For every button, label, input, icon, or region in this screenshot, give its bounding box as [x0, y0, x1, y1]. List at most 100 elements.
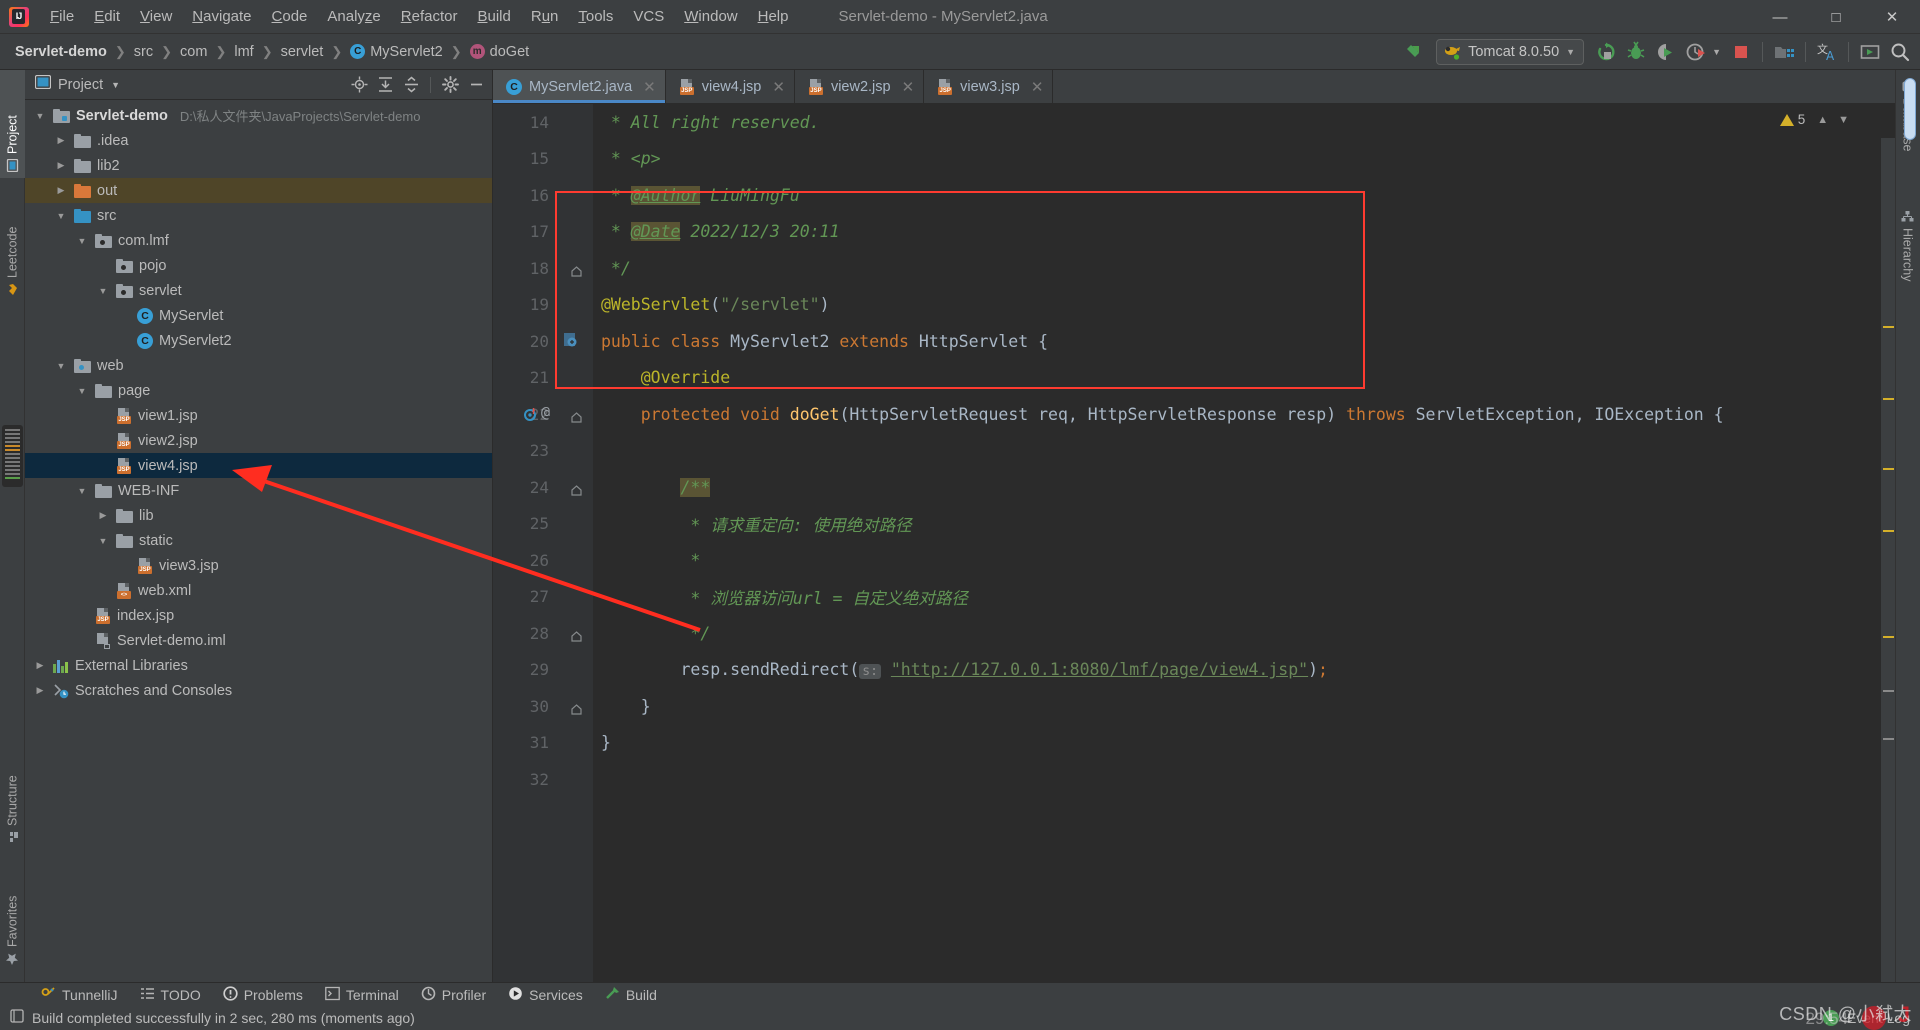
tree-node-com-lmf[interactable]: ▼ com.lmf: [25, 228, 492, 253]
menu-tools[interactable]: Tools: [568, 5, 623, 28]
code-line[interactable]: 24 /**: [493, 469, 1895, 506]
code-line[interactable]: 27 * 浏览器访问url = 自定义绝对路径: [493, 579, 1895, 616]
line-gutter[interactable]: [549, 360, 593, 397]
fold-marker-icon[interactable]: [571, 262, 582, 281]
expand-all-icon[interactable]: [373, 73, 397, 97]
close-icon[interactable]: ✕: [1031, 78, 1044, 96]
line-gutter[interactable]: [549, 615, 593, 652]
line-gutter[interactable]: [549, 287, 593, 324]
maximize-icon[interactable]: □: [1808, 0, 1864, 34]
collapse-all-icon[interactable]: [399, 73, 423, 97]
code-line[interactable]: 26 *: [493, 542, 1895, 579]
code-line[interactable]: 17 * @Date 2022/12/3 20:11: [493, 214, 1895, 251]
tree-node-idea[interactable]: ▶ .idea: [25, 128, 492, 153]
stop-icon[interactable]: [1727, 38, 1755, 66]
code-line[interactable]: 16 * @Author LiuMingFu: [493, 177, 1895, 214]
menu-code[interactable]: Code: [262, 5, 318, 28]
menu-window[interactable]: Window: [674, 5, 747, 28]
chevron-down-icon[interactable]: ▼: [75, 478, 89, 503]
chevron-right-icon[interactable]: ▶: [54, 128, 68, 153]
chevron-right-icon[interactable]: ▶: [54, 153, 68, 178]
tree-node-lib2[interactable]: ▶ lib2: [25, 153, 492, 178]
line-gutter[interactable]: [549, 177, 593, 214]
line-gutter[interactable]: [549, 214, 593, 251]
profiler-dropdown-icon[interactable]: ▼: [1712, 47, 1721, 57]
bottom-tab-profiler[interactable]: Profiler: [410, 983, 497, 1007]
tree-node-web-xml[interactable]: <> web.xml: [25, 578, 492, 603]
hide-icon[interactable]: [464, 73, 488, 97]
implements-gutter-icon[interactable]: [523, 406, 537, 425]
inspection-status[interactable]: 5 ▲ ▼: [1779, 112, 1849, 127]
tree-node-scratches-and-consoles[interactable]: ▶ Scratches and Consoles: [25, 678, 492, 703]
presentation-icon[interactable]: [1856, 38, 1884, 66]
chevron-down-icon[interactable]: ▼: [33, 103, 47, 128]
chevron-down-icon[interactable]: ▼: [1566, 47, 1575, 57]
editor-tab-myservlet2-java[interactable]: C MyServlet2.java ✕: [493, 70, 666, 103]
code-line[interactable]: 18 */: [493, 250, 1895, 287]
fold-marker-icon[interactable]: [571, 700, 582, 719]
chevron-down-icon[interactable]: ▼: [75, 228, 89, 253]
code-line[interactable]: 19 @WebServlet("/servlet"): [493, 287, 1895, 324]
bottom-tab-terminal[interactable]: Terminal: [314, 983, 410, 1007]
close-icon[interactable]: ✕: [643, 78, 656, 96]
bottom-tab-build[interactable]: Build: [594, 983, 668, 1007]
tree-node-servlet-demo[interactable]: ▼ Servlet-demo D:\私人文件夹\JavaProjects\Servl…: [25, 103, 492, 128]
line-gutter[interactable]: [549, 761, 593, 798]
chevron-down-icon[interactable]: ▼: [96, 528, 110, 553]
window-scrollbar-thumb[interactable]: [1904, 78, 1916, 140]
run-configuration-selector[interactable]: Tomcat 8.0.50 ▼: [1436, 39, 1585, 65]
code-editor[interactable]: 14 * All right reserved. 15 * <p> 16 * @Au…: [493, 104, 1895, 982]
close-icon[interactable]: ✕: [772, 78, 785, 96]
tree-node-pojo[interactable]: pojo: [25, 253, 492, 278]
tree-node-myservlet2[interactable]: C MyServlet2: [25, 328, 492, 353]
sidebar-item-project[interactable]: Project: [0, 70, 25, 178]
tree-node-src[interactable]: ▼ src: [25, 203, 492, 228]
tree-node-lib[interactable]: ▶ lib: [25, 503, 492, 528]
bottom-tab-todo[interactable]: TODO: [129, 983, 212, 1007]
code-line[interactable]: 23: [493, 433, 1895, 470]
tree-node-external-libraries[interactable]: ▶ External Libraries: [25, 653, 492, 678]
line-gutter[interactable]: [549, 104, 593, 141]
sidebar-item-favorites[interactable]: Favorites: [0, 854, 25, 972]
override-gutter-icon[interactable]: [563, 332, 578, 351]
menu-navigate[interactable]: Navigate: [182, 5, 261, 28]
menu-help[interactable]: Help: [748, 5, 799, 28]
line-gutter[interactable]: [549, 323, 593, 360]
chevron-down-icon[interactable]: ▼: [1838, 114, 1849, 126]
menu-view[interactable]: View: [130, 5, 182, 28]
sidebar-item-structure[interactable]: Structure: [0, 728, 25, 850]
close-icon[interactable]: ✕: [902, 78, 915, 96]
breadcrumb-item-class[interactable]: C MyServlet2: [347, 42, 446, 62]
tree-node-servlet-demo-iml[interactable]: Servlet-demo.iml: [25, 628, 492, 653]
line-gutter[interactable]: [549, 542, 593, 579]
breadcrumb-item-src[interactable]: src: [131, 42, 156, 62]
sidebar-item-leetcode[interactable]: Leetcode: [0, 184, 25, 302]
tree-node-view3-jsp[interactable]: JSP view3.jsp: [25, 553, 492, 578]
chevron-up-icon[interactable]: ▲: [1817, 114, 1828, 126]
tree-node-out[interactable]: ▶ out: [25, 178, 492, 203]
menu-run[interactable]: Run: [521, 5, 569, 28]
chevron-right-icon[interactable]: ▶: [33, 653, 47, 678]
code-line[interactable]: 28 */: [493, 615, 1895, 652]
back-arrow-icon[interactable]: [1400, 38, 1428, 66]
tree-node-view2-jsp[interactable]: JSP view2.jsp: [25, 428, 492, 453]
chevron-down-icon[interactable]: ▼: [54, 353, 68, 378]
search-icon[interactable]: [1886, 38, 1914, 66]
code-line[interactable]: 15 * <p>: [493, 141, 1895, 178]
tree-node-view4-jsp[interactable]: JSP view4.jsp: [25, 453, 492, 478]
project-structure-icon[interactable]: [1770, 38, 1798, 66]
code-line[interactable]: 20 public class MyServlet2 extends HttpSe…: [493, 323, 1895, 360]
translate-icon[interactable]: 文 A: [1813, 38, 1841, 66]
code-line[interactable]: 25 * 请求重定向: 使用绝对路径: [493, 506, 1895, 543]
error-stripe-ruler[interactable]: [1881, 138, 1895, 982]
tree-node-web-inf[interactable]: ▼ WEB-INF: [25, 478, 492, 503]
tree-node-index-jsp[interactable]: JSP index.jsp: [25, 603, 492, 628]
code-line[interactable]: 31}: [493, 725, 1895, 762]
sidebar-item-hierarchy[interactable]: Hierarchy: [1895, 204, 1920, 332]
debug-icon[interactable]: [1622, 38, 1650, 66]
editor-tab-view3-jsp[interactable]: JSP view3.jsp ✕: [924, 70, 1054, 103]
fold-marker-icon[interactable]: [571, 408, 582, 427]
tree-node-view1-jsp[interactable]: JSP view1.jsp: [25, 403, 492, 428]
minimize-icon[interactable]: —: [1752, 0, 1808, 34]
tree-node-myservlet[interactable]: C MyServlet: [25, 303, 492, 328]
